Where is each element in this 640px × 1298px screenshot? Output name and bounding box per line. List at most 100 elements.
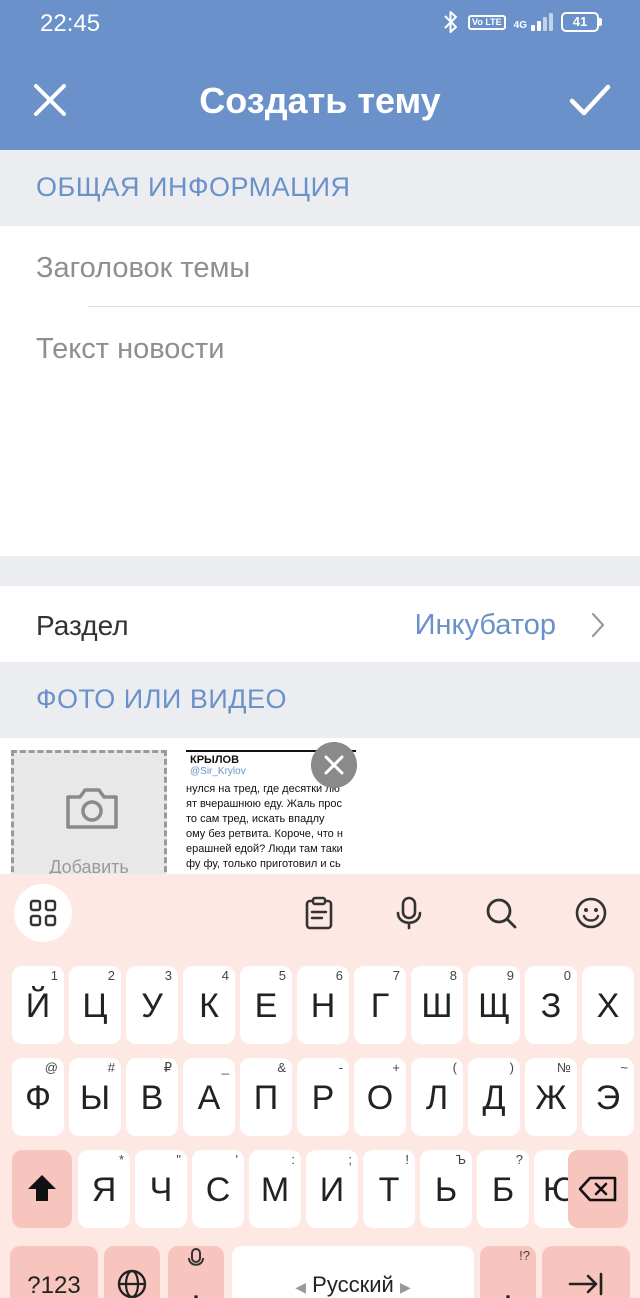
- key-Д[interactable]: ) Д: [468, 1058, 520, 1136]
- general-info-header: ОБЩАЯ ИНФОРМАЦИЯ: [0, 150, 640, 226]
- key-И[interactable]: ; И: [306, 1150, 358, 1228]
- section-label: Раздел: [36, 610, 129, 641]
- key-Щ[interactable]: 9Щ: [468, 966, 520, 1044]
- key-hint: !: [405, 1152, 409, 1167]
- key-letter: З: [540, 987, 562, 1025]
- key-hint: :: [291, 1152, 295, 1167]
- key-Е[interactable]: 5Е: [240, 966, 292, 1044]
- key-letter: С: [205, 1171, 231, 1209]
- key-letter: Б: [491, 1171, 515, 1209]
- general-info-card: Заголовок темы Текст новости: [0, 226, 640, 556]
- remove-media-close-icon[interactable]: [311, 742, 357, 788]
- key-Б[interactable]: ? Б: [477, 1150, 529, 1228]
- key-С[interactable]: ' С: [192, 1150, 244, 1228]
- key-Й[interactable]: 1Й: [12, 966, 64, 1044]
- key-К[interactable]: 4К: [183, 966, 235, 1044]
- key-П[interactable]: & П: [240, 1058, 292, 1136]
- key-Г[interactable]: 7Г: [354, 966, 406, 1044]
- add-media-button[interactable]: Добавить: [11, 750, 167, 890]
- key-letter: А: [197, 1079, 221, 1117]
- key-hint: 0: [563, 968, 571, 983]
- section-value: Инкубатор: [414, 609, 556, 641]
- symbols-key[interactable]: ?123: [10, 1246, 98, 1298]
- key-hint: #: [107, 1060, 115, 1075]
- thumb-line: фу фу, только приготовил и сь: [186, 858, 341, 870]
- grid-icon: [29, 899, 57, 927]
- key-hint: ;: [348, 1152, 352, 1167]
- general-info-header-label: ОБЩАЯ ИНФОРМАЦИЯ: [36, 172, 351, 202]
- backspace-key[interactable]: [568, 1150, 628, 1228]
- key-hint: ": [176, 1152, 181, 1167]
- key-letter: Ц: [82, 987, 108, 1025]
- key-letter: Э: [595, 1079, 621, 1117]
- key-Я[interactable]: * Я: [78, 1150, 130, 1228]
- thumb-line: то сам тред, искать впадлу: [186, 813, 325, 825]
- key-Ж[interactable]: № Ж: [525, 1058, 577, 1136]
- volte-icon: Vo LTE: [467, 14, 506, 30]
- key-hint: ): [509, 1060, 514, 1075]
- app-header: 22:45 Vo LTE 4G 41 Создать тему: [0, 0, 640, 150]
- key-М[interactable]: :М: [249, 1150, 301, 1228]
- shift-arrow-icon: [28, 1175, 56, 1201]
- key-hint: №: [557, 1060, 571, 1075]
- key-В[interactable]: ₽ В: [126, 1058, 178, 1136]
- key-letter: У: [141, 987, 163, 1025]
- search-icon[interactable]: [484, 896, 518, 930]
- key-Н[interactable]: 6Н: [297, 966, 349, 1044]
- key-А[interactable]: _ А: [183, 1058, 235, 1136]
- key-letter: Ь: [434, 1171, 458, 1209]
- microphone-icon[interactable]: [392, 896, 426, 930]
- camera-icon: [66, 788, 118, 829]
- topic-title-input[interactable]: Заголовок темы: [36, 252, 250, 285]
- status-icons: Vo LTE 4G 41: [442, 10, 602, 34]
- backspace-icon: [578, 1176, 617, 1202]
- signal-icon: 4G: [514, 13, 553, 31]
- key-hint: Ъ: [455, 1152, 466, 1167]
- section-selector-row[interactable]: Раздел Инкубатор: [0, 586, 640, 662]
- key-letter: П: [253, 1079, 279, 1117]
- key-Ь[interactable]: ЪЬ: [420, 1150, 472, 1228]
- battery-level: 41: [561, 12, 599, 32]
- confirm-check-icon[interactable]: [568, 78, 612, 122]
- key-Ы[interactable]: # Ы: [69, 1058, 121, 1136]
- key-Ф[interactable]: @ Ф: [12, 1058, 64, 1136]
- key-letter: Ж: [535, 1079, 567, 1117]
- thumb-author: КРЫЛОВ: [190, 754, 240, 766]
- period-key[interactable]: !? .: [480, 1246, 536, 1298]
- apps-grid-button[interactable]: [14, 884, 72, 942]
- key-letter: Ш: [421, 987, 453, 1025]
- key-letter: Е: [254, 987, 278, 1025]
- key-У[interactable]: 3У: [126, 966, 178, 1044]
- language-key[interactable]: [104, 1246, 160, 1298]
- key-Х[interactable]: Х: [582, 966, 634, 1044]
- key-Ц[interactable]: 2Ц: [69, 966, 121, 1044]
- thumb-text: нулся на тред, где десятки лю ят вчерашн…: [186, 782, 356, 872]
- key-letter: Й: [25, 987, 51, 1025]
- clock: 22:45: [40, 10, 101, 37]
- key-Э[interactable]: ~ Э: [582, 1058, 634, 1136]
- battery-icon: 41: [561, 12, 602, 32]
- key-hint: 2: [107, 968, 115, 983]
- key-Л[interactable]: (Л: [411, 1058, 463, 1136]
- space-key[interactable]: ◀ Русский ▶: [232, 1246, 474, 1298]
- clipboard-icon[interactable]: [302, 896, 336, 930]
- key-Ш[interactable]: 8Ш: [411, 966, 463, 1044]
- key-Ч[interactable]: " Ч: [135, 1150, 187, 1228]
- microphone-small-icon: [188, 1248, 204, 1266]
- enter-key[interactable]: [542, 1246, 630, 1298]
- news-text-input[interactable]: Текст новости: [36, 333, 224, 366]
- key-hint: 1: [50, 968, 58, 983]
- key-letter: Щ: [478, 987, 510, 1025]
- emoji-icon[interactable]: [574, 896, 608, 930]
- key-З[interactable]: 0З: [525, 966, 577, 1044]
- comma-key[interactable]: ,: [168, 1246, 224, 1298]
- key-Р[interactable]: -Р: [297, 1058, 349, 1136]
- shift-key[interactable]: [12, 1150, 72, 1228]
- divider: [88, 306, 640, 307]
- key-letter: К: [199, 987, 219, 1025]
- key-hint: (: [452, 1060, 457, 1075]
- key-Т[interactable]: ! Т: [363, 1150, 415, 1228]
- key-hint: 9: [506, 968, 514, 983]
- key-О[interactable]: + О: [354, 1058, 406, 1136]
- key-hint: -: [338, 1060, 343, 1075]
